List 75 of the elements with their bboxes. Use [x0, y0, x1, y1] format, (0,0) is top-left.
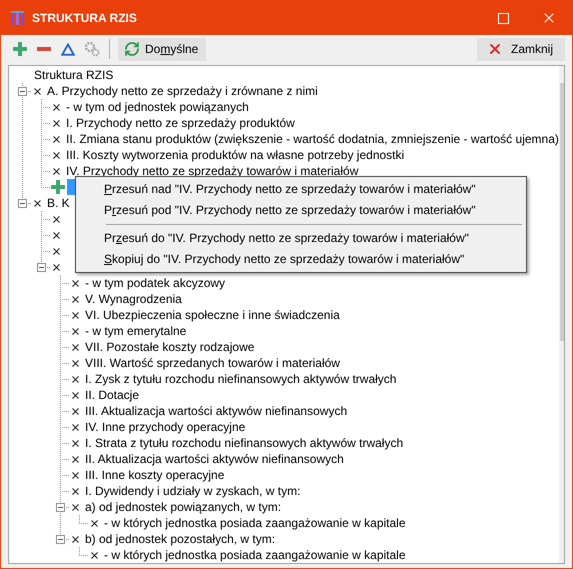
x-mark-icon	[91, 552, 98, 558]
x-mark-icon	[53, 136, 60, 142]
tree-item[interactable]: VII. Pozostałe koszty rodzajowe	[85, 339, 254, 355]
x-mark-icon	[53, 104, 60, 110]
menu-item[interactable]: Skopiuj do "IV. Przychody netto ze sprzedaży towarów i materiałów"	[104, 252, 464, 266]
menu-item[interactable]: Przesuń pod "IV. Przychody netto ze sprzedaży towarów i materiałów"	[104, 203, 476, 217]
tree-item[interactable]: VIII. Wartość sprzedanych towarów i materiałów	[85, 355, 340, 371]
tree-item[interactable]: - w tym emerytalne	[85, 323, 186, 339]
x-mark-icon	[72, 504, 79, 510]
x-mark-icon	[34, 88, 41, 94]
tree-item[interactable]: V. Wynagrodzenia	[85, 291, 182, 307]
tree-item[interactable]: IV. Inne przychody operacyjne	[85, 419, 246, 435]
x-mark-icon	[53, 152, 60, 158]
tree-item[interactable]: I. Strata z tytułu rozchodu niefinansowych aktywów trwałych	[85, 435, 404, 451]
expand-toggle[interactable]	[18, 87, 27, 96]
app-icon	[10, 10, 26, 26]
x-mark-icon	[72, 376, 79, 382]
maximize-icon	[498, 12, 508, 24]
tree-root-label: Struktura RZIS	[34, 67, 114, 83]
x-mark-icon	[72, 408, 79, 414]
window-title: STRUKTURA RZIS	[32, 11, 138, 25]
tree-item[interactable]: III. Koszty wytworzenia produktów na własne potrzeby jednostki	[66, 147, 404, 163]
tree-item[interactable]: - w tym podatek akcyzowy	[85, 275, 226, 291]
x-mark-icon	[72, 456, 79, 462]
tree-item[interactable]: II. Zmiana stanu produktów (zwiększenie - wartość dodatnia, zmniejszenie - wartość ujemna)	[66, 131, 559, 147]
x-mark-icon	[72, 280, 79, 286]
menu-item[interactable]: Przesuń nad "IV. Przychody netto ze sprzedaży towarów i materiałów"	[104, 182, 476, 196]
menu-item[interactable]: Przesuń do "IV. Przychody netto ze sprzedaży towarów i materiałów"	[104, 231, 469, 245]
x-mark-icon	[53, 120, 60, 126]
plus-icon	[51, 180, 65, 194]
tree-item[interactable]: a) od jednostek powiązanych, w tym:	[85, 499, 282, 515]
tree-item[interactable]: I. Przychody netto ze sprzedaży produktów	[66, 115, 295, 131]
close-dialog-button[interactable]: Zamknij	[476, 38, 565, 60]
tree-item[interactable]: III. Aktualizacja wartości aktywów niefinansowych	[85, 403, 348, 419]
x-mark-icon	[72, 424, 79, 430]
tree-item[interactable]: II. Aktualizacja wartości aktywów niefinansowych	[85, 451, 344, 467]
tree-item[interactable]: - w których jednostka posiada zaangażowanie w kapitale	[104, 515, 406, 531]
expand-toggle[interactable]	[37, 263, 46, 272]
x-mark-icon	[91, 520, 98, 526]
gears-icon	[84, 41, 100, 57]
tree-item[interactable]: A. Przychody netto ze sprzedaży i zrównane z nimi	[47, 83, 318, 99]
tree-item[interactable]: - w tym od jednostek powiązanych	[66, 99, 249, 115]
x-mark-icon	[53, 264, 60, 270]
expand-toggle[interactable]	[56, 503, 65, 512]
triangle-icon	[61, 42, 75, 56]
tree-item[interactable]: I. Dywidendy i udziały w zyskach, w tym:	[85, 483, 300, 499]
default-button[interactable]: Domyślne	[118, 38, 206, 60]
x-mark-icon	[72, 360, 79, 366]
x-mark-icon	[53, 168, 60, 174]
tree-item[interactable]: III. Inne koszty operacyjne	[85, 467, 224, 483]
x-mark-icon	[72, 312, 79, 318]
refresh-icon	[124, 41, 140, 57]
x-mark-icon	[72, 328, 79, 334]
x-mark-icon	[53, 248, 60, 254]
tree-item[interactable]: IV. Przychody netto ze sprzedaży towarów i materiałów	[66, 163, 358, 179]
x-mark-icon	[34, 200, 41, 206]
x-mark-icon	[72, 344, 79, 350]
x-mark-icon	[72, 472, 79, 478]
x-mark-icon	[72, 440, 79, 446]
expand-toggle[interactable]	[18, 199, 27, 208]
tree-item[interactable]: I. Zysk z tytułu rozchodu niefinansowych aktywów trwałych	[85, 371, 396, 387]
tree-item[interactable]: - w których jednostka posiada zaangażowanie w kapitale	[104, 547, 406, 563]
x-mark-icon	[72, 296, 79, 302]
expand-toggle[interactable]	[56, 535, 65, 544]
plus-icon	[13, 42, 27, 56]
tree-item[interactable]: B. K	[47, 195, 70, 211]
x-mark-icon	[72, 488, 79, 494]
x-mark-icon	[72, 392, 79, 398]
minus-icon	[37, 47, 51, 51]
tree-item[interactable]: b) od jednostek pozostałych, w tym:	[85, 531, 276, 547]
tree-item[interactable]: II. Dotacje	[85, 387, 140, 403]
x-mark-icon	[53, 216, 60, 222]
tree-item[interactable]: VI. Ubezpieczenia społeczne i inne świadczenia	[85, 307, 340, 323]
x-mark-icon	[53, 232, 60, 238]
x-mark-icon	[72, 536, 79, 542]
